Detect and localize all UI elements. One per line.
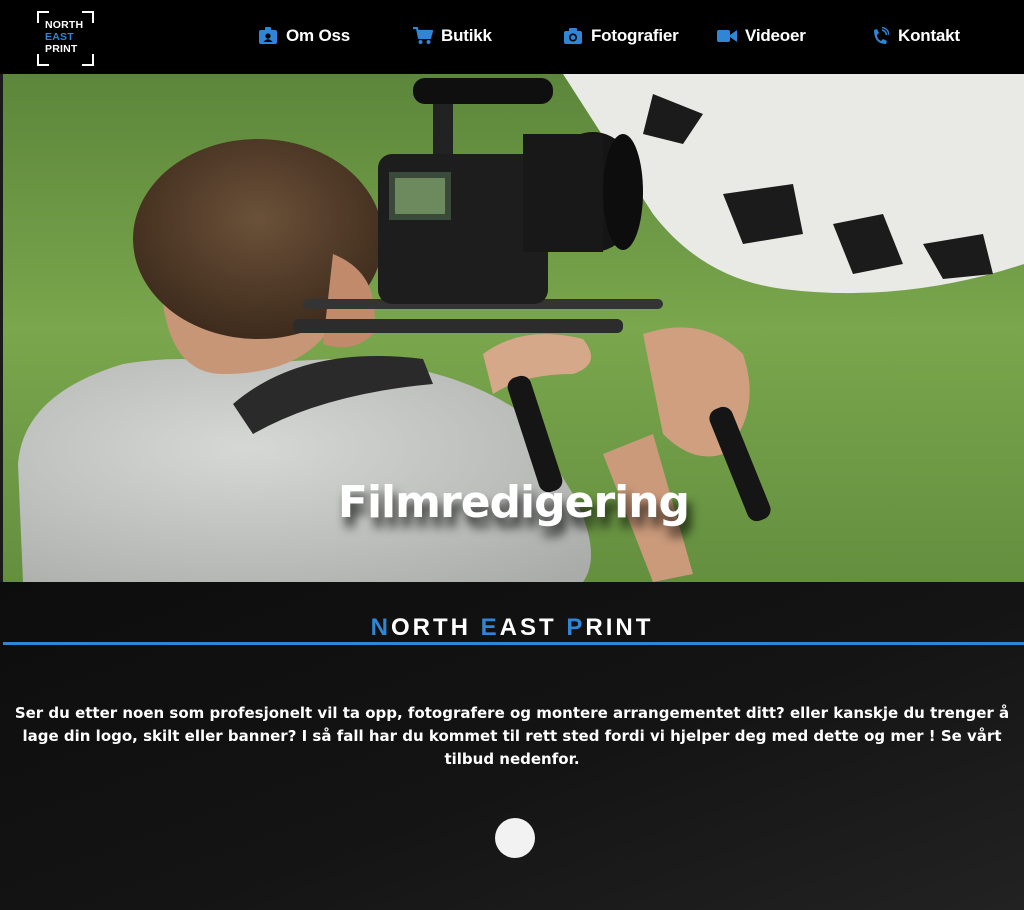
- phone-icon: [870, 26, 890, 46]
- nav-item-om-oss[interactable]: Om Oss: [258, 24, 350, 48]
- hero-title: Filmredigering: [337, 477, 690, 528]
- nav-label: Fotografier: [591, 26, 679, 45]
- id-badge-icon: [258, 26, 278, 46]
- brand-word-print: PRINT: [566, 614, 653, 641]
- nav-label: Butikk: [441, 26, 492, 45]
- brand-initial: N: [370, 614, 391, 641]
- logo-corner: [82, 54, 94, 66]
- nav-item-butikk[interactable]: Butikk: [413, 24, 492, 48]
- logo-word-east: EAST: [45, 31, 74, 43]
- logo-word-north: NORTH: [45, 19, 84, 31]
- video-camera-icon: [717, 26, 737, 46]
- brand-initial: P: [566, 614, 586, 641]
- scroll-down-button[interactable]: [495, 818, 535, 858]
- blue-divider: [3, 642, 1024, 645]
- north-east-print-logo[interactable]: NORTH EAST PRINT: [37, 11, 94, 66]
- nav-item-fotografier[interactable]: Fotografier: [563, 24, 679, 48]
- logo-text: NORTH EAST PRINT: [45, 19, 86, 55]
- brand-rest: AST: [499, 614, 557, 641]
- nav-label: Kontakt: [898, 26, 960, 45]
- hero-banner: Filmredigering: [3, 74, 1024, 582]
- brand-initial: E: [480, 614, 500, 641]
- brand-word-east: EAST: [481, 614, 557, 641]
- cart-icon: [413, 26, 433, 46]
- brand-rest: RINT: [585, 614, 654, 641]
- brand-heading: NORTH EAST PRINT: [0, 614, 1024, 642]
- nav-item-videoer[interactable]: Videoer: [717, 24, 806, 48]
- logo-corner: [37, 54, 49, 66]
- logo-word-print: PRINT: [45, 43, 78, 55]
- nav-item-kontakt[interactable]: Kontakt: [870, 24, 960, 48]
- top-navbar: NORTH EAST PRINT Om Oss Butikk Fotografi…: [0, 0, 1024, 74]
- camera-icon: [563, 26, 583, 46]
- brand-rest: ORTH: [390, 614, 471, 641]
- nav-label: Videoer: [745, 26, 806, 45]
- brand-word-north: NORTH: [371, 614, 471, 641]
- intro-section: NORTH EAST PRINT Ser du etter noen som p…: [0, 582, 1024, 910]
- nav-label: Om Oss: [286, 26, 350, 45]
- intro-paragraph: Ser du etter noen som profesjonelt vil t…: [14, 704, 1010, 768]
